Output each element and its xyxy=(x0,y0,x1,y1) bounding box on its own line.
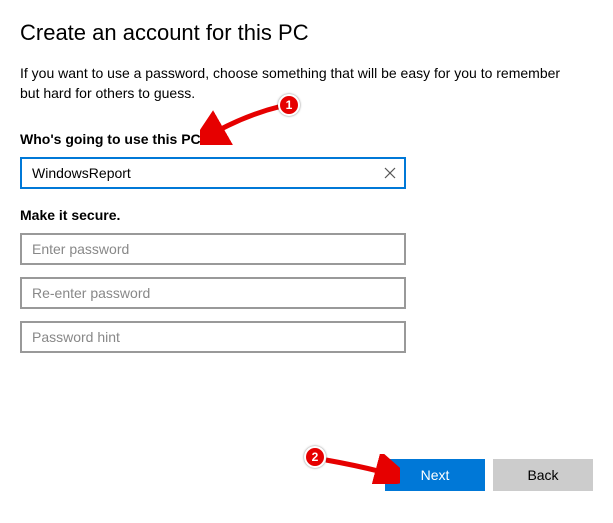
password-input[interactable] xyxy=(20,233,406,265)
password-hint-input-wrap xyxy=(20,321,406,353)
next-button[interactable]: Next xyxy=(385,459,485,491)
x-icon xyxy=(382,165,398,181)
username-input[interactable] xyxy=(20,157,406,189)
annotation-arrow-2 xyxy=(320,454,400,484)
back-button[interactable]: Back xyxy=(493,459,593,491)
secure-section: Make it secure. xyxy=(20,207,593,353)
page-description: If you want to use a password, choose so… xyxy=(20,64,580,103)
username-input-wrap xyxy=(20,157,406,189)
username-section: Who's going to use this PC? xyxy=(20,131,593,189)
page-title: Create an account for this PC xyxy=(20,20,593,46)
annotation-arrow-1 xyxy=(200,100,290,145)
username-section-label: Who's going to use this PC? xyxy=(20,131,593,147)
reenter-password-input-wrap xyxy=(20,277,406,309)
password-hint-input[interactable] xyxy=(20,321,406,353)
annotation-badge-1: 1 xyxy=(278,94,300,116)
annotation-badge-2: 2 xyxy=(304,446,326,468)
reenter-password-input[interactable] xyxy=(20,277,406,309)
password-input-wrap xyxy=(20,233,406,265)
secure-section-label: Make it secure. xyxy=(20,207,593,223)
clear-icon[interactable] xyxy=(382,165,398,181)
button-bar: Next Back xyxy=(385,459,593,491)
